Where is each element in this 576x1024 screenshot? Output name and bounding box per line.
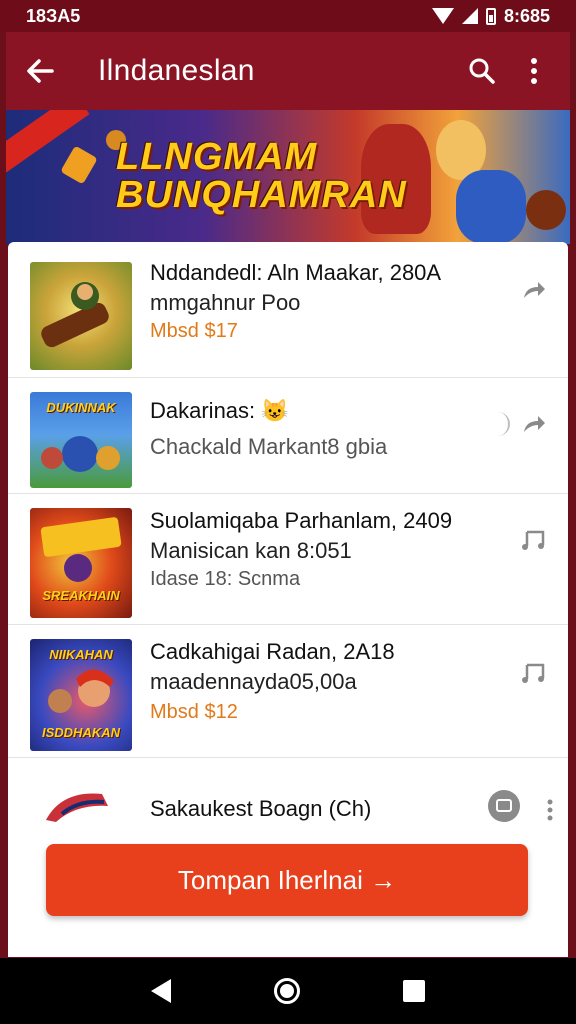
thumbnail-art — [40, 517, 122, 582]
page-title: Ilndaneslan — [98, 54, 255, 87]
banner-title: LLNGMAM BUNQHAMRAN — [116, 138, 407, 214]
banner-title-line1: LLNGMAM — [116, 136, 318, 178]
search-icon[interactable] — [456, 45, 508, 97]
share-icon[interactable] — [514, 404, 554, 444]
signal-icon — [461, 8, 478, 24]
app-bar: Ilndaneslan — [6, 32, 570, 110]
wifi-icon — [431, 8, 454, 24]
status-time: 18ЗА5 — [26, 5, 81, 26]
more-vert-icon[interactable] — [508, 45, 560, 97]
banner-character-blue — [456, 170, 526, 244]
thumbnail-art — [41, 436, 120, 472]
status-bar: 18ЗА5 8:685 — [0, 0, 576, 32]
item-price: Mbsd $17 — [150, 320, 238, 342]
status-clock: 8:685 — [503, 5, 550, 26]
item-subtitle: mmgahnur Poo — [150, 290, 301, 315]
item-price: Mbsd $12 — [150, 701, 238, 723]
banner-title-line2: BUNQHAMRAN — [116, 174, 407, 216]
battery-icon — [485, 7, 496, 25]
thumbnail-label: SREAKHAIN — [42, 588, 120, 603]
item-thumbnail: SREAKHAIN — [30, 508, 132, 618]
item-title: Dakarinas: 😺 — [150, 398, 289, 423]
nav-recents-icon[interactable] — [402, 980, 425, 1002]
item-meta: Idase 18: Scnma — [150, 568, 301, 590]
item-title: Nddandedl: Aln Maakar, 280A — [150, 260, 442, 285]
item-title: Sakaukest Boagn (Ch) — [150, 796, 372, 821]
more-vert-icon[interactable] — [540, 790, 560, 830]
thumbnail-art — [41, 282, 109, 348]
back-arrow-icon[interactable] — [12, 43, 68, 99]
item-subtitle: Chackald Markant8 gbia — [150, 434, 388, 459]
banner-gem — [60, 145, 98, 185]
item-title: Cadkahigai Radan, 2A18 — [150, 639, 395, 664]
item-thumbnail: DUKINNAK — [30, 392, 132, 488]
list-item[interactable]: SREAKHAIN Suolamiqaba Parhanlam, 2409 Ma… — [8, 494, 568, 625]
item-title: Suolamiqaba Parhanlam, 2409 — [150, 508, 453, 533]
primary-cta-button[interactable]: Tompan Iherlnai → — [46, 844, 528, 916]
cast-icon[interactable] — [488, 790, 520, 822]
list-item[interactable]: DUKINNAK Dakarinas: 😺 Chackald Markant8 … — [8, 378, 568, 494]
item-subtitle: maadennayda05,00a — [150, 669, 357, 694]
promo-banner[interactable]: LLNGMAM BUNQHAMRAN — [6, 110, 570, 244]
thumbnail-art — [46, 793, 108, 822]
nav-back-icon[interactable] — [151, 979, 172, 1003]
content-card: Nddandedl: Aln Maakar, 280A mmgahnur Poo… — [8, 242, 568, 957]
share-icon[interactable] — [514, 270, 554, 310]
item-subtitle: Manisican kan 8:051 — [150, 538, 352, 563]
banner-prop — [526, 190, 566, 230]
list-item[interactable]: NIIKAHAN ISDDHAKAN Cadkahigai Radan, 2A1… — [8, 625, 568, 758]
music-icon[interactable] — [514, 520, 554, 560]
item-thumbnail — [42, 784, 114, 824]
system-nav-bar — [0, 958, 576, 1024]
list-item[interactable]: Nddandedl: Aln Maakar, 280A mmgahnur Poo… — [8, 242, 568, 378]
music-icon[interactable] — [514, 653, 554, 693]
nav-home-icon[interactable] — [273, 978, 300, 1004]
list-item[interactable]: Sakaukest Boagn (Ch) — [8, 758, 568, 848]
item-thumbnail: NIIKAHAN ISDDHAKAN — [30, 639, 132, 751]
thumbnail-art — [48, 669, 114, 713]
status-icons: 8:685 — [431, 5, 550, 27]
loading-spinner-icon — [494, 412, 510, 436]
item-thumbnail — [30, 262, 132, 370]
